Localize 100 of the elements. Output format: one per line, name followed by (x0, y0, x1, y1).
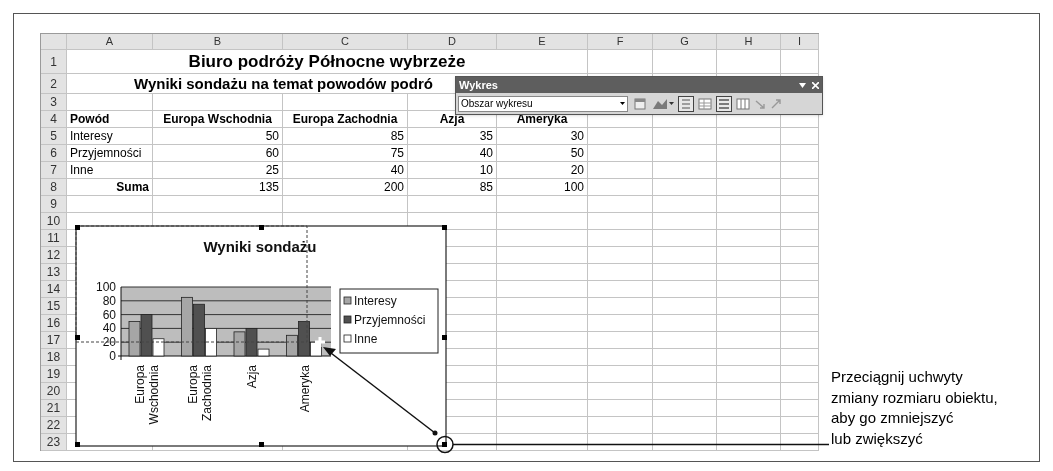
resize-handle[interactable] (75, 442, 80, 447)
empty-cell (781, 145, 819, 162)
axis-tick-label: 40 (102, 321, 116, 336)
empty-cell (588, 417, 653, 434)
data-table-icon[interactable] (698, 96, 712, 111)
empty-cell (653, 434, 717, 451)
axis-tick-label: 0 (109, 349, 116, 363)
axis-tick-label: 80 (102, 293, 116, 308)
by-column-icon[interactable] (736, 96, 750, 111)
empty-cell (717, 247, 781, 264)
table-cell: 40 (408, 145, 497, 162)
table-cell: 10 (408, 162, 497, 179)
empty-cell (653, 145, 717, 162)
column-header: G (653, 34, 717, 50)
empty-cell (781, 230, 819, 247)
angle-text-up-icon[interactable] (770, 97, 782, 110)
column-header: D (408, 34, 497, 50)
empty-cell (653, 366, 717, 383)
total-cell: 135 (153, 179, 283, 196)
chart-element-dropdown[interactable]: Obszar wykresu (458, 95, 628, 112)
empty-cell (588, 281, 653, 298)
empty-cell (717, 179, 781, 196)
legend-label: Interesy (354, 294, 397, 308)
empty-cell (588, 298, 653, 315)
empty-cell (717, 196, 781, 213)
empty-cell (588, 179, 653, 196)
column-header: A (67, 34, 153, 50)
empty-cell (588, 315, 653, 332)
empty-cell (653, 281, 717, 298)
empty-cell (781, 162, 819, 179)
empty-cell (588, 145, 653, 162)
empty-cell (781, 179, 819, 196)
empty-cell (781, 213, 819, 230)
table-cell: 50 (153, 128, 283, 145)
row-label: Przyjemności (67, 145, 153, 162)
resize-handle[interactable] (442, 225, 447, 230)
resize-handle[interactable] (442, 442, 447, 447)
empty-cell (588, 366, 653, 383)
empty-cell (781, 247, 819, 264)
bar (181, 296, 193, 357)
legend-icon[interactable] (678, 95, 694, 112)
callout-text: Przeciągnij uchwyty zmiany rozmiaru obiektu, aby go zmniejszyć lub zwiększyć (831, 367, 998, 449)
empty-cell (781, 264, 819, 281)
row-header: 11 (41, 230, 67, 247)
column-header: E (497, 34, 588, 50)
empty-cell (653, 315, 717, 332)
category-label: Europa Wschodnia (133, 365, 162, 425)
empty-cell (717, 162, 781, 179)
empty-cell (653, 247, 717, 264)
empty-cell (717, 50, 781, 74)
empty-cell (653, 162, 717, 179)
empty-cell (781, 196, 819, 213)
resize-handle[interactable] (75, 225, 80, 230)
empty-cell (653, 128, 717, 145)
table-cell: 75 (283, 145, 408, 162)
total-label: Suma (67, 179, 153, 196)
row-header: 19 (41, 366, 67, 383)
total-cell: 200 (283, 179, 408, 196)
empty-cell (588, 128, 653, 145)
empty-cell (717, 315, 781, 332)
format-icon[interactable] (632, 96, 648, 111)
empty-cell (588, 434, 653, 451)
total-cell: 85 (408, 179, 497, 196)
row-label: Interesy (67, 128, 153, 145)
empty-cell (588, 400, 653, 417)
resize-handle[interactable] (259, 225, 264, 230)
empty-cell (717, 213, 781, 230)
bar (233, 331, 246, 357)
empty-cell (717, 400, 781, 417)
bar (128, 321, 141, 357)
empty-cell (781, 128, 819, 145)
row-header: 6 (41, 145, 67, 162)
empty-cell (653, 230, 717, 247)
table-cell: 60 (153, 145, 283, 162)
column-heading: Europa Zachodnia (283, 111, 408, 128)
empty-cell (717, 230, 781, 247)
axis-tick-label: 20 (102, 335, 116, 350)
column-header: C (283, 34, 408, 50)
empty-cell (588, 50, 653, 74)
dropdown-icon[interactable] (799, 82, 806, 88)
empty-cell (781, 400, 819, 417)
row-header: 20 (41, 383, 67, 400)
row-header: 23 (41, 434, 67, 451)
empty-cell (717, 145, 781, 162)
by-row-icon[interactable] (716, 95, 732, 112)
column-header: I (781, 34, 819, 50)
resize-handle[interactable] (259, 442, 264, 447)
empty-cell (781, 349, 819, 366)
row-header: 9 (41, 196, 67, 213)
resize-handle[interactable] (75, 335, 80, 340)
toolbar-title: Wykres (459, 77, 498, 93)
empty-cell (588, 247, 653, 264)
close-icon[interactable] (812, 81, 819, 89)
row-header: 21 (41, 400, 67, 417)
row-label: Inne (67, 162, 153, 179)
empty-cell (653, 196, 717, 213)
empty-cell (717, 281, 781, 298)
chart-title: Wyniki sondażu (203, 238, 317, 255)
resize-handle[interactable] (442, 335, 447, 340)
empty-cell (653, 50, 717, 74)
